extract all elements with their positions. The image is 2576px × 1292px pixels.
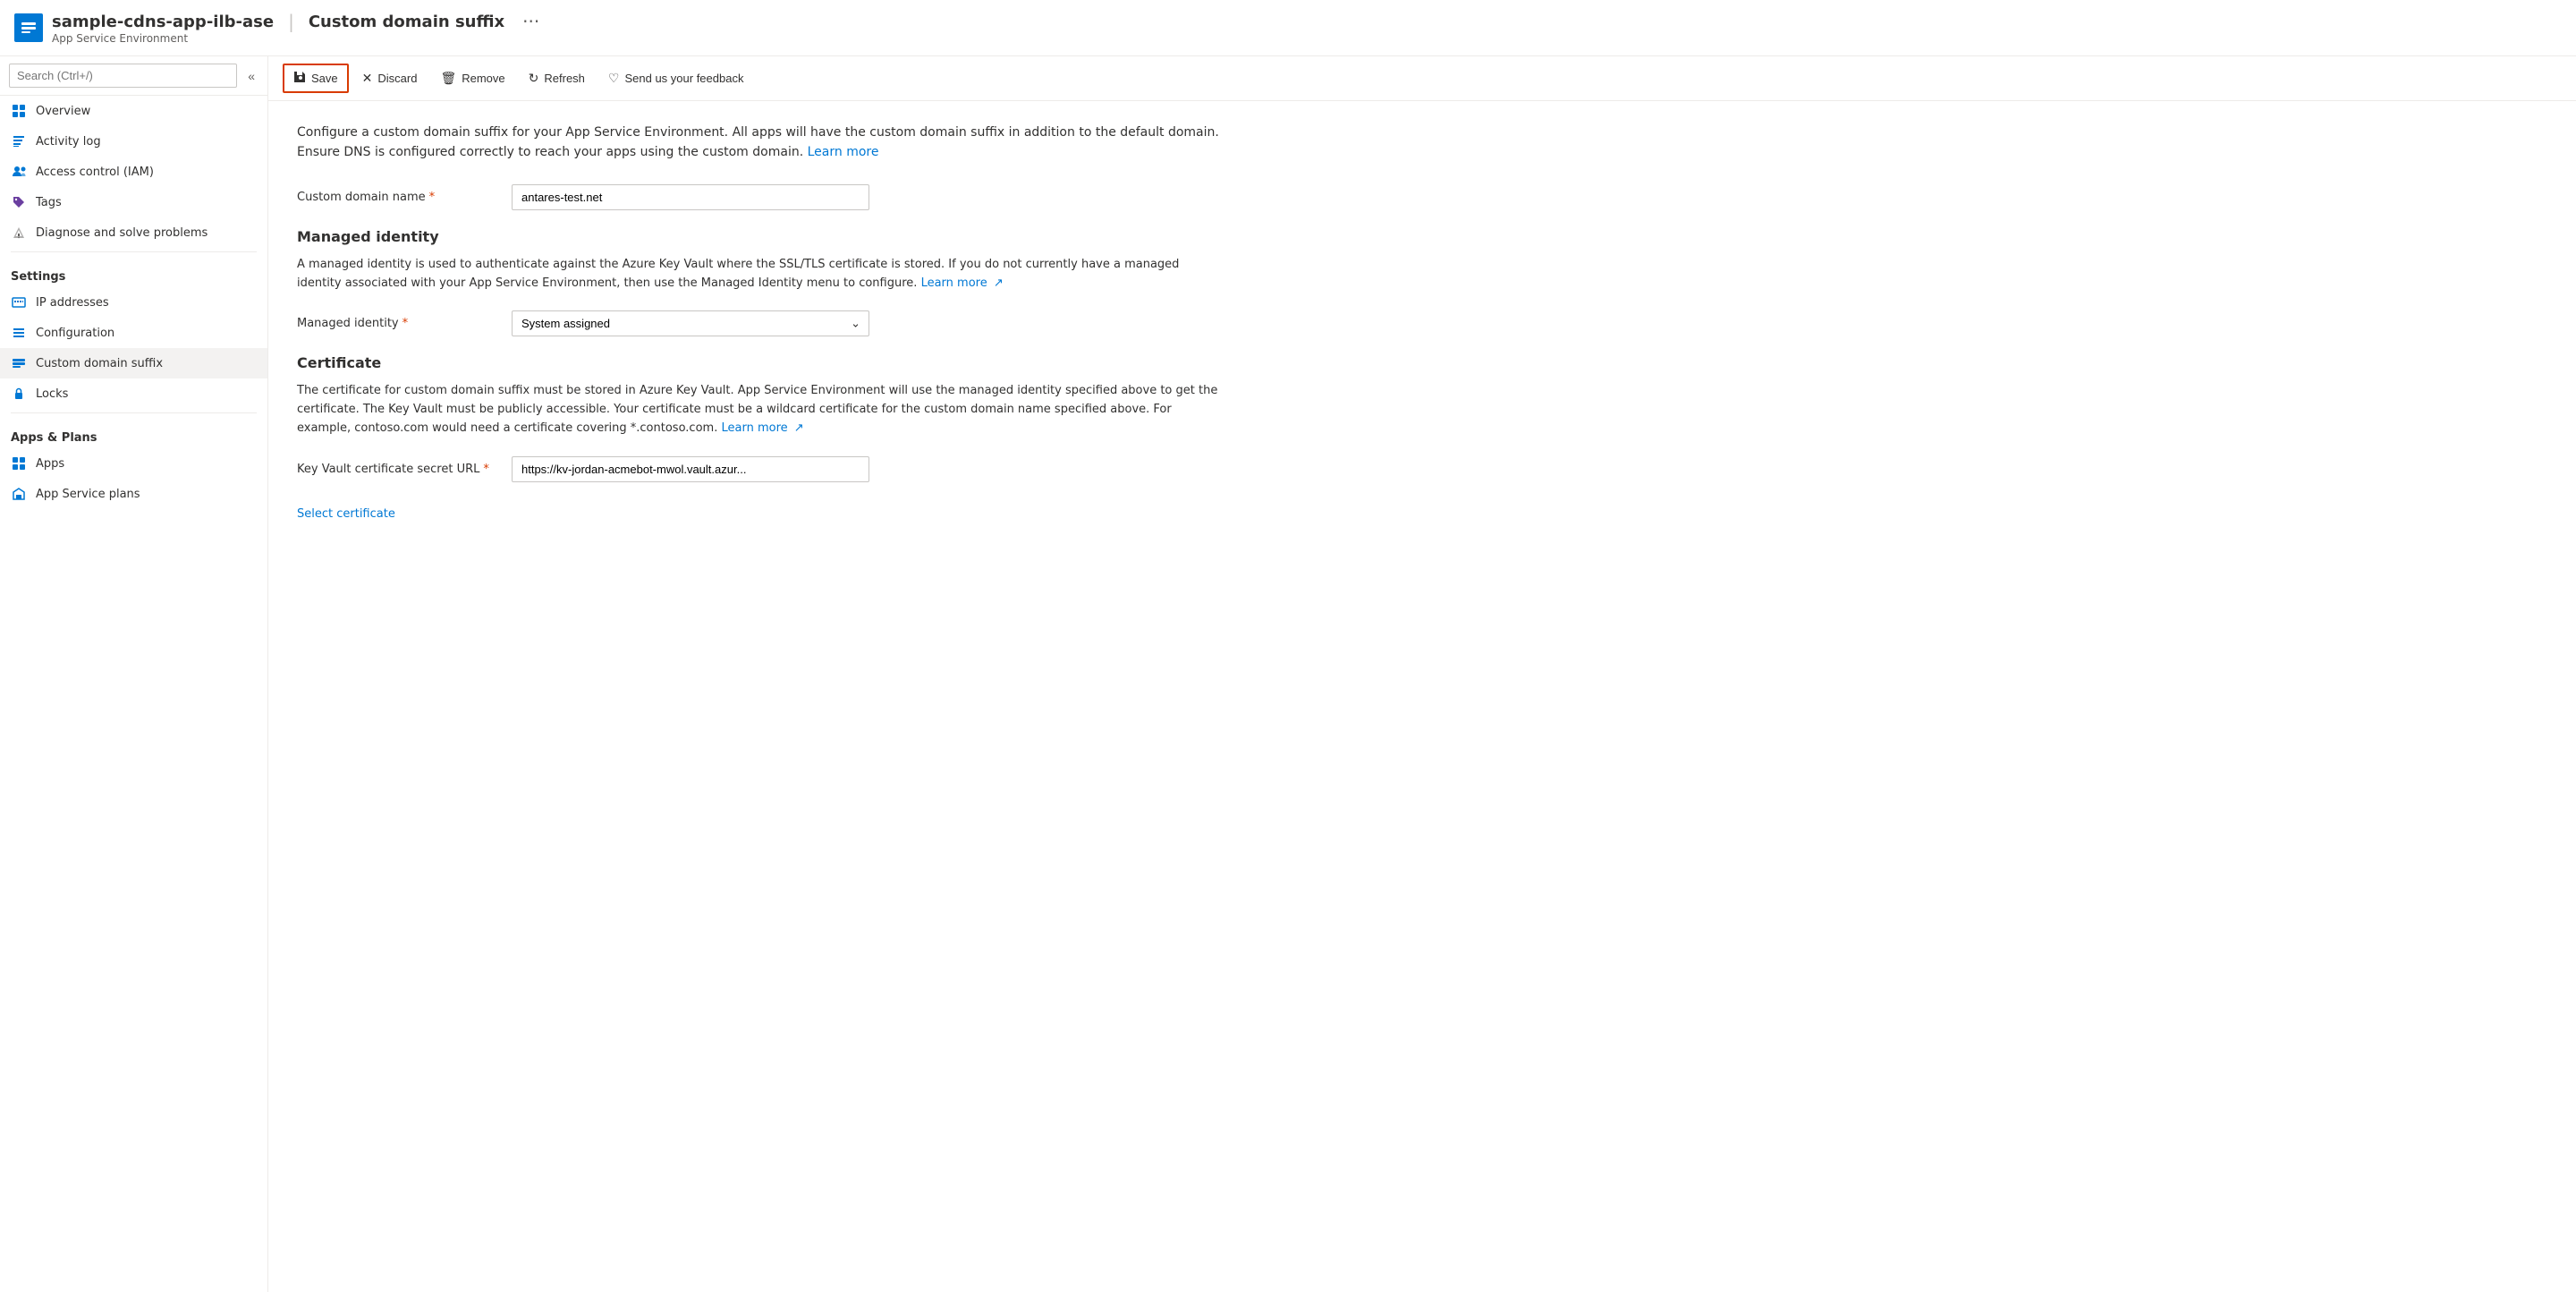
sidebar-item-tags[interactable]: Tags [0,187,267,217]
sidebar-item-activity-log[interactable]: Activity log [0,126,267,157]
heart-icon: ♡ [608,71,620,86]
managed-identity-desc: A managed identity is used to authentica… [297,256,1224,293]
access-control-icon [11,164,27,180]
managed-identity-row: Managed identity * System assigned User … [297,310,1224,336]
custom-domain-label: Custom domain name * [297,191,494,204]
search-box: « [0,56,267,96]
save-icon [293,71,306,86]
refresh-label: Refresh [544,72,585,85]
sidebar-label-ip-addresses: IP addresses [36,296,109,310]
required-indicator-kv: * [483,463,489,476]
toolbar: Save ✕ Discard 🗑 Remove ↻ Refresh ♡ Send… [268,56,2576,101]
managed-identity-section-title: Managed identity [297,228,1224,245]
sidebar-item-ip-addresses[interactable]: IP addresses [0,287,267,318]
save-button[interactable]: Save [283,64,349,93]
remove-icon: 🗑 [440,71,456,86]
save-label: Save [311,72,338,85]
certificate-desc: The certificate for custom domain suffix… [297,382,1224,438]
remove-label: Remove [462,72,504,85]
learn-more-link-managed-identity[interactable]: Learn more ↗ [921,276,1004,290]
sidebar-label-configuration: Configuration [36,327,114,340]
learn-more-link-certificate[interactable]: Learn more ↗ [721,421,803,435]
remove-button[interactable]: 🗑 Remove [430,64,514,92]
custom-domain-row: Custom domain name * [297,184,1224,210]
sidebar-label-diagnose: Diagnose and solve problems [36,226,208,240]
sidebar-label-overview: Overview [36,105,90,118]
settings-section-header: Settings [0,256,267,287]
apps-plans-divider [11,412,257,413]
managed-identity-select-wrapper: System assigned User assigned ⌄ [512,310,869,336]
sidebar: « Overview Activity log Access control (… [0,56,268,1292]
refresh-icon: ↻ [529,71,539,86]
sidebar-label-apps: Apps [36,457,64,471]
refresh-button[interactable]: ↻ Refresh [519,64,595,92]
custom-domain-input[interactable] [512,184,869,210]
sidebar-item-diagnose[interactable]: Diagnose and solve problems [0,217,267,248]
sidebar-item-apps[interactable]: Apps [0,448,267,479]
feedback-label: Send us your feedback [624,72,743,85]
feedback-button[interactable]: ♡ Send us your feedback [598,64,754,92]
app-icon [14,13,43,42]
managed-identity-label: Managed identity * [297,317,494,330]
activity-log-icon [11,133,27,149]
content-area: Save ✕ Discard 🗑 Remove ↻ Refresh ♡ Send… [268,56,2576,1292]
sidebar-label-tags: Tags [36,196,62,209]
select-certificate-row: Select certificate [297,500,1224,521]
sidebar-label-locks: Locks [36,387,68,401]
discard-label: Discard [377,72,417,85]
external-link-icon-certificate: ↗ [794,420,804,438]
app-service-plans-icon [11,486,27,502]
sidebar-label-activity-log: Activity log [36,135,101,149]
overview-icon [11,103,27,119]
locks-icon [11,386,27,402]
collapse-button[interactable]: « [244,65,258,87]
sidebar-label-access-control: Access control (IAM) [36,166,154,179]
sidebar-item-locks[interactable]: Locks [0,378,267,409]
page-header: sample-cdns-app-ilb-ase | Custom domain … [0,0,2576,56]
required-indicator-mi: * [402,317,409,330]
configuration-icon [11,325,27,341]
discard-button[interactable]: ✕ Discard [352,64,428,92]
more-options-icon[interactable]: ··· [522,11,539,32]
page-content: Configure a custom domain suffix for you… [268,101,1252,1292]
sidebar-label-app-service-plans: App Service plans [36,488,140,501]
diagnose-icon [11,225,27,241]
keyvault-label: Key Vault certificate secret URL * [297,463,494,476]
resource-subtitle: App Service Environment [52,32,539,45]
sidebar-label-custom-domain-suffix: Custom domain suffix [36,357,163,370]
search-input[interactable] [9,64,237,88]
required-indicator: * [429,191,436,204]
page-title: Custom domain suffix [309,13,504,31]
sidebar-item-access-control[interactable]: Access control (IAM) [0,157,267,187]
keyvault-row: Key Vault certificate secret URL * [297,456,1224,482]
select-certificate-link[interactable]: Select certificate [297,507,395,521]
tags-icon [11,194,27,210]
apps-plans-section-header: Apps & Plans [0,417,267,448]
main-description: Configure a custom domain suffix for you… [297,123,1224,163]
settings-divider [11,251,257,252]
resource-name: sample-cdns-app-ilb-ase [52,13,274,31]
sidebar-item-overview[interactable]: Overview [0,96,267,126]
managed-identity-select[interactable]: System assigned User assigned [512,310,869,336]
sidebar-item-configuration[interactable]: Configuration [0,318,267,348]
header-text: sample-cdns-app-ilb-ase | Custom domain … [52,11,539,45]
external-link-icon-managed-identity: ↗ [994,275,1004,293]
ip-addresses-icon [11,294,27,310]
sidebar-item-custom-domain-suffix[interactable]: Custom domain suffix [0,348,267,378]
discard-icon: ✕ [362,71,373,86]
apps-icon [11,455,27,472]
custom-domain-icon [11,355,27,371]
certificate-section-title: Certificate [297,354,1224,371]
sidebar-item-app-service-plans[interactable]: App Service plans [0,479,267,509]
keyvault-input[interactable] [512,456,869,482]
learn-more-link-description[interactable]: Learn more [808,145,879,159]
